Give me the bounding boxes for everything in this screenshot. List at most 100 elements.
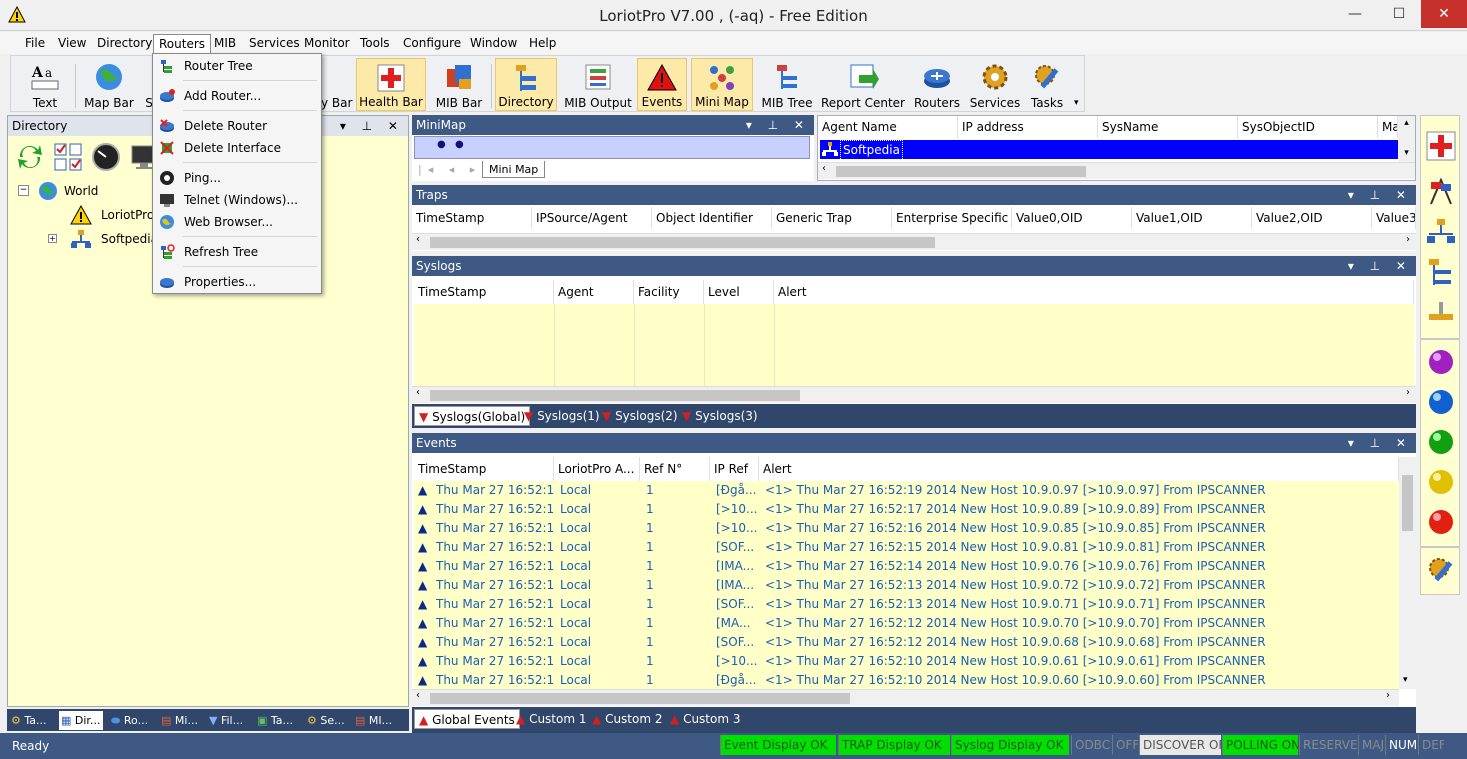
scroll-thumb[interactable] (836, 166, 1086, 177)
hierarchy-icon[interactable] (1425, 256, 1457, 288)
flags-icon[interactable] (1425, 176, 1457, 208)
health-bar-button[interactable]: Health Bar (356, 58, 426, 111)
column-alert[interactable]: Alert (774, 280, 1414, 304)
panel-controls[interactable]: ▾ ⊥ ✕ (1348, 433, 1412, 453)
tab-mib-2[interactable]: ▤ MI... (353, 711, 395, 730)
column-ipsource[interactable]: IPSource/Agent (532, 207, 652, 229)
column-value2[interactable]: Value2,OID (1252, 207, 1372, 229)
text-button[interactable]: A a Text (23, 58, 67, 111)
events-scrollbar-h[interactable]: ‹ › (412, 689, 1399, 706)
routers-button[interactable]: Routers (911, 58, 963, 111)
column-sysobjectid[interactable]: SysObjectID (1238, 116, 1378, 138)
menu-window[interactable]: Window (465, 34, 522, 53)
scroll-left-icon[interactable]: ‹ (822, 163, 826, 174)
column-facility[interactable]: Facility (634, 280, 704, 304)
mib-output-button[interactable]: MIB Output (563, 58, 633, 111)
panel-controls[interactable]: ▾ ⊥ ✕ (340, 116, 404, 136)
column-level[interactable]: Level (704, 280, 774, 304)
agent-row-selected[interactable]: Softpedia (820, 140, 1398, 161)
tab-filters[interactable]: ▼ Fil... (207, 711, 246, 730)
column-timestamp[interactable]: TimeStamp (414, 457, 554, 481)
column-value0[interactable]: Value0,OID (1012, 207, 1132, 229)
report-center-button[interactable]: Report Center (821, 58, 905, 111)
gauge-icon[interactable] (90, 141, 122, 173)
maximize-button[interactable]: ☐ (1377, 0, 1421, 28)
table-row[interactable]: ▲ Thu Mar 27 16:52:17... Local 1 [>10.... <1>… (414, 500, 1399, 519)
scroll-right-icon[interactable]: › (1386, 690, 1390, 701)
scroll-right-icon[interactable]: › (1406, 234, 1410, 245)
close-button[interactable]: ✕ (1421, 0, 1467, 28)
tab-mib[interactable]: ▤ Mi... (159, 711, 201, 730)
agent-scrollbar-v[interactable]: ▴ ▾ (1398, 116, 1415, 162)
network-tree-icon[interactable] (1425, 216, 1457, 248)
blue-status-icon[interactable] (1425, 386, 1457, 418)
column-generic-trap[interactable]: Generic Trap (772, 207, 892, 229)
checklist-icon[interactable] (52, 141, 84, 173)
menu-directory[interactable]: Directory (92, 34, 157, 53)
tab-syslogs-global[interactable]: ▼ Syslogs(Global) (414, 406, 531, 426)
directory-button[interactable]: Directory (495, 58, 557, 111)
menu-configure[interactable]: Configure (398, 34, 466, 53)
minimize-button[interactable]: — (1333, 0, 1377, 28)
table-row[interactable]: ▲ Thu Mar 27 16:52:10... Local 1 [Đgå... <1> … (414, 671, 1399, 690)
syslogs-scrollbar-h[interactable]: ‹ › (412, 386, 1416, 403)
column-enterprise-specific[interactable]: Enterprise Specific (892, 207, 1012, 229)
map-bar-button[interactable]: Map Bar (81, 58, 137, 111)
panel-controls[interactable]: ▾ ⊥ ✕ (1348, 256, 1412, 276)
minimap-canvas[interactable]: ● ● (414, 136, 810, 159)
menu-help[interactable]: Help (524, 34, 561, 53)
tab-tasks[interactable]: ⚙ Ta... (9, 711, 50, 730)
tab-custom-2[interactable]: ▲ Custom 2 (588, 709, 666, 729)
menu-mib[interactable]: MIB (209, 34, 241, 53)
tab-custom-3[interactable]: ▲ Custom 3 (666, 709, 744, 729)
table-row[interactable]: ▲ Thu Mar 27 16:52:13... Local 1 [SOF... <1> … (414, 595, 1399, 614)
column-timestamp[interactable]: TimeStamp (414, 280, 554, 304)
table-row[interactable]: ▲ Thu Mar 27 16:52:14... Local 1 [IMA... <1> … (414, 557, 1399, 576)
table-row[interactable]: ▲ Thu Mar 27 16:52:19... Local 1 [Đgå... <1> … (414, 481, 1399, 500)
services-button[interactable]: Services (969, 58, 1021, 111)
table-row[interactable]: ▲ Thu Mar 27 16:52:13... Local 1 [IMA... <1> … (414, 576, 1399, 595)
menu-services[interactable]: Services (244, 34, 305, 53)
menu-view[interactable]: View (53, 34, 91, 53)
tab-custom-1[interactable]: ▲ Custom 1 (512, 709, 590, 729)
tab-syslogs-2[interactable]: ▼ Syslogs(2) (598, 406, 682, 426)
scroll-thumb[interactable] (430, 693, 850, 704)
column-agent[interactable]: Agent (554, 280, 634, 304)
tab-services[interactable]: ⚙ Se... (305, 711, 348, 730)
column-agent-name[interactable]: Agent Name (818, 116, 958, 138)
scroll-thumb[interactable] (430, 237, 935, 248)
scroll-left-icon[interactable]: ‹ (416, 234, 420, 245)
menu-item-add-router[interactable]: Add Router... (155, 85, 319, 107)
tasks-wrench-icon[interactable] (1425, 554, 1457, 586)
expand-icon[interactable]: + (48, 234, 57, 243)
panel-controls[interactable]: ▾ ⊥ ✕ (1348, 185, 1412, 205)
menu-item-delete-router[interactable]: Delete Router (155, 115, 319, 137)
column-object-identifier[interactable]: Object Identifier (652, 207, 772, 229)
menu-item-ping[interactable]: Ping... (155, 167, 319, 189)
tab-routers[interactable]: ⬬ Ro... (109, 711, 151, 730)
mib-tree-button[interactable]: MIB Tree (759, 58, 815, 111)
column-sysname[interactable]: SysName (1098, 116, 1238, 138)
column-value3[interactable]: Value3,( (1372, 207, 1416, 229)
bar-button-partial[interactable]: y Bar (321, 58, 352, 111)
connector-icon[interactable] (1425, 296, 1457, 328)
tab-directory[interactable]: ▦ Dir... (59, 711, 104, 730)
panel-controls[interactable]: ▾ ⊥ ✕ (746, 115, 810, 135)
tab-tables[interactable]: ▣ Ta... (255, 711, 296, 730)
menu-file[interactable]: File (20, 34, 50, 53)
scroll-right-icon[interactable]: › (1406, 387, 1410, 398)
table-row[interactable]: ▲ Thu Mar 27 16:52:15... Local 1 [SOF... <1> … (414, 538, 1399, 557)
events-button[interactable]: Events (637, 58, 687, 111)
table-row[interactable]: ▲ Thu Mar 27 16:52:12... Local 1 [SOF... <1> … (414, 633, 1399, 652)
tab-mini-map[interactable]: Mini Map (482, 161, 546, 178)
menu-routers[interactable]: Routers (153, 34, 212, 53)
toolbar-overflow-icon[interactable]: ▾ (1074, 98, 1079, 108)
health-cross-icon[interactable] (1425, 130, 1457, 162)
column-ip-address[interactable]: IP address (958, 116, 1098, 138)
menu-item-properties[interactable]: Properties... (155, 271, 319, 293)
tab-syslogs-1[interactable]: ▼ Syslogs(1) (520, 406, 604, 426)
events-scrollbar-v[interactable]: ▾ (1399, 457, 1416, 689)
mini-map-button[interactable]: Mini Map (691, 58, 753, 111)
menu-item-router-tree[interactable]: Router Tree (155, 55, 319, 77)
column-timestamp[interactable]: TimeStamp (412, 207, 532, 229)
